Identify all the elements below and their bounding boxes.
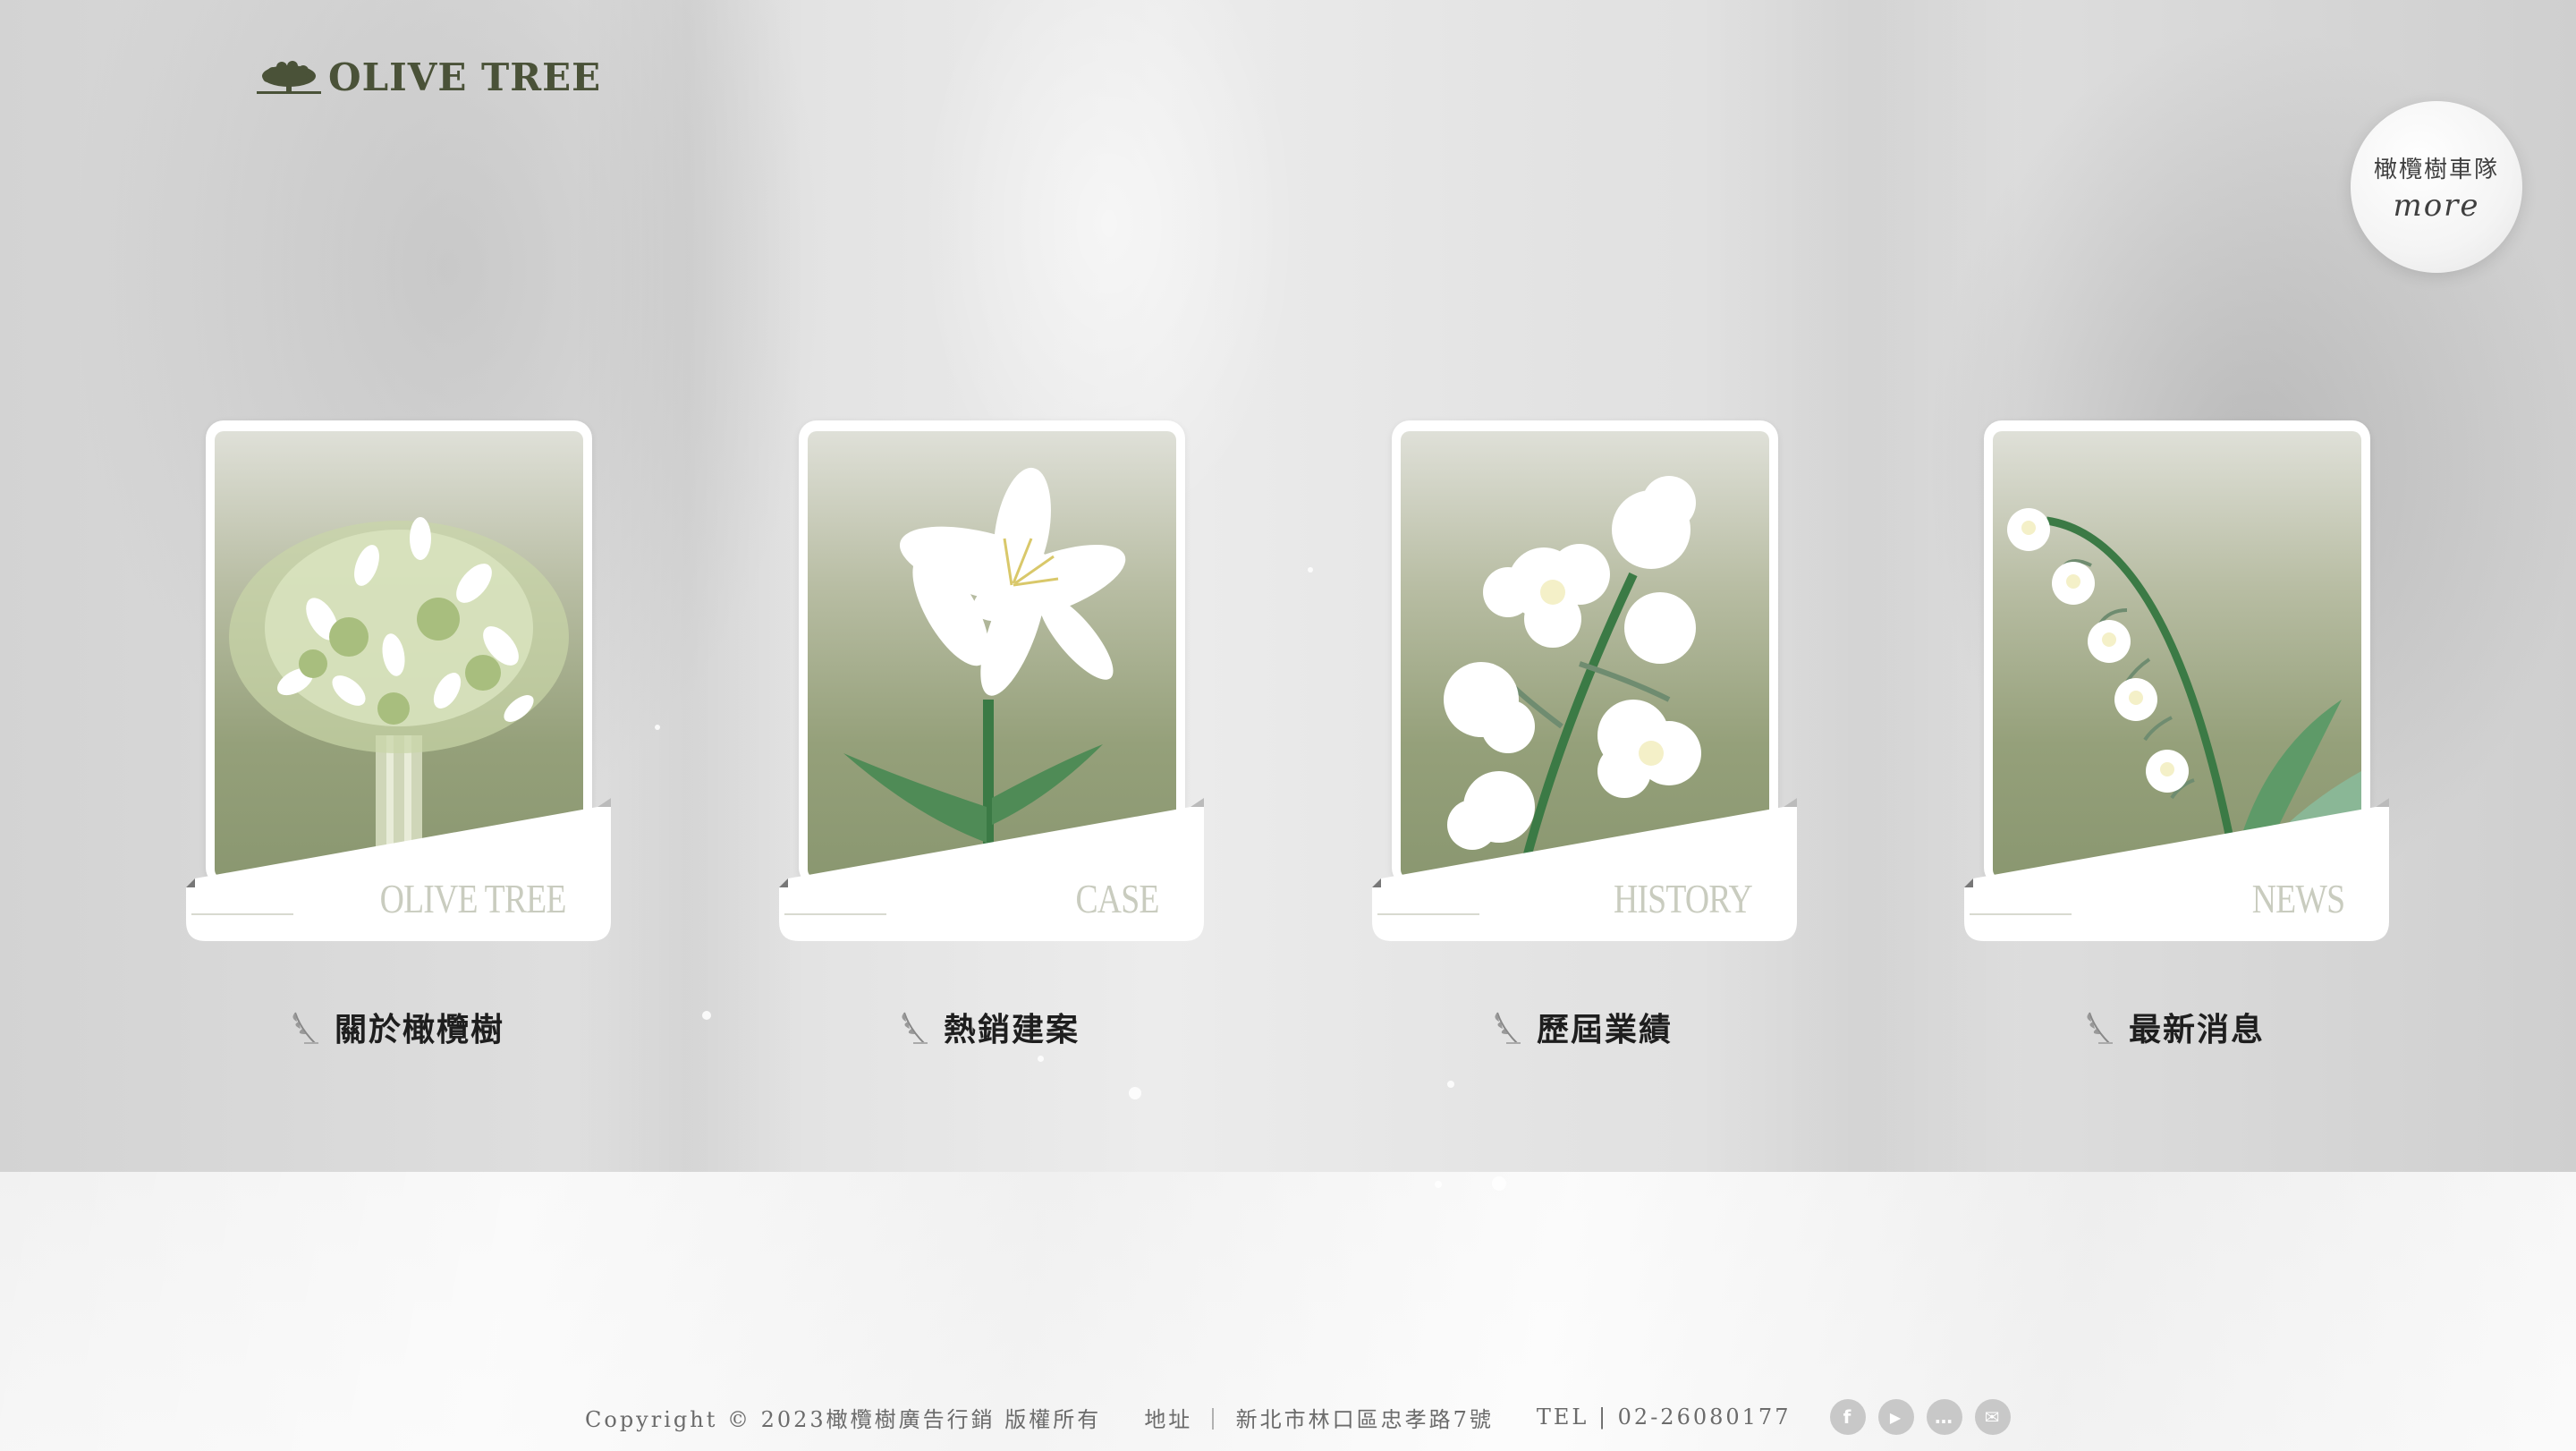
nav-label: 歷屆業績 xyxy=(1537,1011,1674,1048)
team-more-button[interactable]: 橄欖樹車隊 more xyxy=(2351,101,2522,273)
card-word: CASE xyxy=(1075,876,1160,921)
sparkle-dot xyxy=(1492,1176,1506,1191)
nav-link-history[interactable]: 歷屆業績 xyxy=(1490,1004,1673,1050)
sprig-icon xyxy=(292,1012,318,1044)
line-icon[interactable]: … xyxy=(1927,1399,1963,1435)
sparkle-dot xyxy=(1308,567,1313,573)
olive-tree-logo-icon xyxy=(257,60,321,94)
nav-label: 關於橄欖樹 xyxy=(335,1011,505,1048)
team-button-more: more xyxy=(2393,187,2480,224)
sprig-icon xyxy=(2087,1012,2113,1044)
youtube-icon[interactable]: ▶ xyxy=(1878,1399,1915,1435)
footer: Copyright © 2023橄欖樹廣告行銷 版權所有 地址 ｜ 新北市林口區… xyxy=(585,1399,2012,1435)
mail-icon[interactable]: ✉ xyxy=(1975,1399,2012,1435)
logo-text: OLIVE TREE xyxy=(328,55,602,99)
sparkle-dot xyxy=(1435,1181,1442,1188)
brand-logo[interactable]: OLIVE TREE xyxy=(255,55,601,99)
card-word: NEWS xyxy=(2251,876,2344,921)
card-history[interactable]: HISTORY xyxy=(1372,420,1797,941)
nav-label: 熱銷建案 xyxy=(944,1011,1080,1048)
tel-text: TEL | 02-26080177 xyxy=(1536,1404,1792,1430)
nav-link-news[interactable]: 最新消息 xyxy=(2082,1004,2265,1050)
card-base-panel xyxy=(186,798,611,941)
sparkle-dot xyxy=(1129,1087,1141,1099)
card-word: OLIVE TREE xyxy=(380,876,567,921)
card-case[interactable]: CASE xyxy=(779,420,1204,941)
card-word: HISTORY xyxy=(1614,876,1753,921)
facebook-icon[interactable]: f xyxy=(1830,1399,1867,1435)
card-base-panel xyxy=(1372,798,1797,941)
sparkle-dot xyxy=(1038,1056,1044,1062)
card-base-panel xyxy=(1964,798,2389,941)
nav-link-case[interactable]: 熱銷建案 xyxy=(897,1004,1080,1050)
card-about[interactable]: OLIVE TREE xyxy=(186,420,611,941)
nav-label: 最新消息 xyxy=(2129,1011,2266,1048)
sprig-icon xyxy=(1495,1012,1521,1044)
card-news[interactable]: NEWS xyxy=(1964,420,2389,941)
address-text: 地址 ｜ 新北市林口區忠孝路7號 xyxy=(1144,1406,1494,1432)
team-button-title: 橄欖樹車隊 xyxy=(2373,156,2499,183)
sparkle-dot xyxy=(655,725,660,730)
nav-link-about[interactable]: 關於橄欖樹 xyxy=(288,1004,504,1050)
sparkle-dot xyxy=(1447,1081,1454,1088)
social-links: f ▶ … ✉ xyxy=(1830,1399,2012,1435)
sparkle-dot xyxy=(702,1011,711,1020)
card-base-panel xyxy=(779,798,1204,941)
sprig-icon xyxy=(902,1012,928,1044)
copyright-text: Copyright © 2023橄欖樹廣告行銷 版權所有 xyxy=(585,1406,1102,1432)
